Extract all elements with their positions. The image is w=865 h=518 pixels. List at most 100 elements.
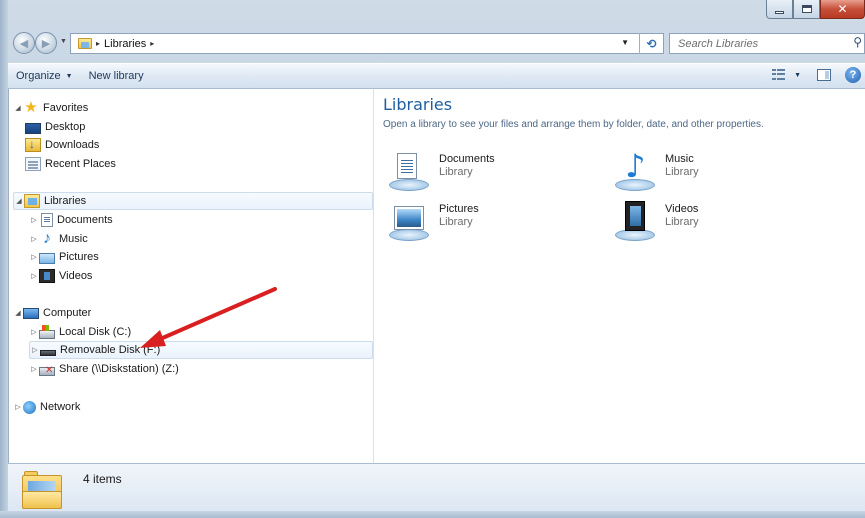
tree-item-downloads[interactable]: Downloads — [25, 136, 99, 154]
maximize-icon — [801, 5, 812, 13]
minimize-button[interactable] — [766, 0, 793, 19]
tree-label: Pictures — [59, 251, 99, 263]
view-controls: ▼ ? — [772, 67, 861, 83]
breadcrumb-libraries[interactable]: Libraries — [104, 38, 146, 50]
tree-label: Network — [40, 401, 81, 413]
window-left-edge — [0, 0, 8, 518]
tree-item-pictures[interactable]: ▷ Pictures — [29, 248, 99, 266]
expanded-triangle-icon[interactable]: ◢ — [14, 197, 24, 205]
address-bar[interactable]: ▸ Libraries ▸ ▼ ⟲ — [70, 33, 664, 54]
page-title: Libraries — [383, 95, 453, 114]
tree-item-network[interactable]: ▷ Network — [13, 398, 80, 416]
disconnected-network-drive-icon — [39, 365, 55, 376]
recent-places-icon — [25, 157, 41, 171]
search-icon[interactable]: ⚲ — [853, 35, 862, 49]
item-count: 4 items — [83, 472, 122, 486]
recent-pages-dropdown[interactable]: ▼ — [60, 38, 67, 45]
forward-arrow-icon: ▶ — [41, 37, 51, 50]
preview-pane-icon[interactable] — [817, 69, 831, 81]
expanded-triangle-icon[interactable]: ◢ — [13, 104, 23, 112]
explorer-window: ✕ ◀ ▶ ▼ ▸ Libraries ▸ ▼ ⟲ Search Librari… — [0, 0, 865, 518]
window-bottom-edge — [0, 511, 865, 518]
tree-item-libraries[interactable]: ◢ Libraries — [13, 192, 373, 210]
library-name: Pictures — [439, 203, 479, 215]
library-folder-icon — [22, 471, 64, 509]
tree-item-local-disk[interactable]: ▷ Local Disk (C:) — [29, 323, 131, 341]
collapsed-triangle-icon[interactable]: ▷ — [29, 216, 39, 224]
chevron-down-icon: ▼ — [65, 72, 73, 80]
new-library-label: New library — [88, 70, 144, 82]
network-icon — [23, 400, 36, 414]
tree-label: Desktop — [45, 121, 86, 133]
search-placeholder: Search Libraries — [678, 37, 759, 50]
breadcrumb-separator-icon[interactable]: ▸ — [150, 39, 154, 48]
library-item-music[interactable]: ♪ Music Library — [615, 147, 699, 195]
tree-label: Removable Disk (F:) — [60, 344, 161, 356]
organize-button[interactable]: Organize ▼ — [8, 65, 81, 87]
tree-item-computer[interactable]: ◢ Computer — [13, 304, 91, 322]
library-type: Library — [439, 166, 473, 178]
tree-item-removable-disk[interactable]: ▷ Removable Disk (F:) — [29, 341, 373, 359]
collapsed-triangle-icon[interactable]: ▷ — [29, 328, 39, 336]
view-options-dropdown[interactable]: ▼ — [794, 72, 801, 79]
minimize-icon — [775, 10, 784, 14]
close-button[interactable]: ✕ — [820, 0, 865, 19]
collapsed-triangle-icon[interactable]: ▷ — [29, 272, 39, 280]
organize-label: Organize — [16, 70, 61, 82]
documents-library-icon — [389, 151, 429, 191]
tree-label: Computer — [43, 307, 92, 319]
forward-button[interactable]: ▶ — [35, 32, 57, 54]
tree-item-documents[interactable]: ▷ Documents — [29, 211, 113, 229]
address-history-dropdown[interactable]: ▼ — [621, 38, 629, 47]
collapsed-triangle-icon[interactable]: ▷ — [29, 365, 39, 373]
music-note-icon: ♪ — [43, 230, 51, 247]
tree-label: Documents — [57, 214, 113, 226]
navigation-pane: ◢ ★ Favorites Desktop Downloads Recent P… — [9, 89, 374, 463]
collapsed-triangle-icon[interactable]: ▷ — [30, 346, 40, 354]
downloads-icon — [25, 137, 41, 152]
pictures-icon — [39, 252, 55, 264]
library-name: Documents — [439, 153, 495, 165]
back-arrow-icon: ◀ — [19, 37, 29, 50]
tree-item-desktop[interactable]: Desktop — [25, 118, 85, 136]
back-button[interactable]: ◀ — [13, 32, 35, 54]
libraries-folder-icon — [78, 38, 92, 49]
new-library-button[interactable]: New library — [81, 65, 152, 87]
library-item-pictures[interactable]: Pictures Library — [389, 201, 479, 245]
maximize-button[interactable] — [793, 0, 820, 19]
change-view-icon[interactable] — [772, 69, 786, 81]
library-type: Library — [665, 216, 699, 228]
library-type: Library — [439, 216, 473, 228]
expanded-triangle-icon[interactable]: ◢ — [13, 309, 23, 317]
page-subtitle: Open a library to see your files and arr… — [383, 119, 764, 130]
breadcrumb-separator-icon[interactable]: ▸ — [96, 39, 100, 48]
library-item-videos[interactable]: Videos Library — [615, 201, 699, 245]
videos-library-icon — [615, 201, 655, 241]
library-name: Videos — [665, 203, 699, 215]
file-list-pane: Libraries Open a library to see your fil… — [375, 89, 865, 463]
tree-item-videos[interactable]: ▷ Videos — [29, 267, 92, 285]
collapsed-triangle-icon[interactable]: ▷ — [29, 253, 39, 261]
search-input[interactable]: Search Libraries ⚲ — [669, 33, 865, 54]
videos-icon — [39, 269, 55, 283]
collapsed-triangle-icon[interactable]: ▷ — [13, 403, 23, 411]
local-disk-icon — [39, 324, 55, 339]
tree-item-share-diskstation[interactable]: ▷ Share (\\Diskstation) (Z:) — [29, 360, 179, 378]
libraries-icon — [24, 194, 40, 208]
refresh-icon[interactable]: ⟲ — [639, 33, 663, 54]
help-icon[interactable]: ? — [845, 67, 861, 83]
desktop-icon — [25, 122, 41, 134]
tree-label: Share (\\Diskstation) (Z:) — [59, 363, 179, 375]
tree-label: Libraries — [44, 195, 87, 207]
tree-item-recent-places[interactable]: Recent Places — [25, 155, 116, 173]
tree-label: Videos — [59, 270, 93, 282]
music-library-icon: ♪ — [615, 147, 655, 191]
tree-label: Downloads — [45, 139, 100, 151]
collapsed-triangle-icon[interactable]: ▷ — [29, 235, 39, 243]
tree-item-favorites[interactable]: ◢ ★ Favorites — [13, 99, 88, 117]
window-controls: ✕ — [766, 0, 865, 20]
tree-label: Favorites — [43, 102, 89, 114]
library-item-documents[interactable]: Documents Library — [389, 151, 495, 195]
tree-item-music[interactable]: ▷ ♪ Music — [29, 230, 87, 248]
close-icon: ✕ — [837, 2, 848, 16]
